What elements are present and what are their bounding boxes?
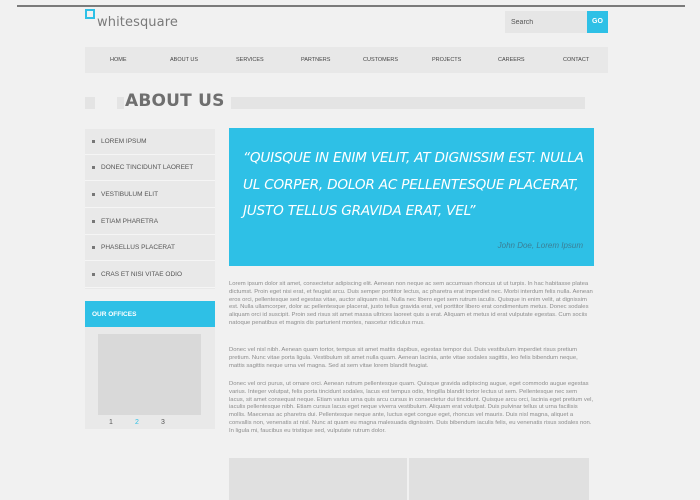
quote-author: John Doe, Lorem Ipsum [497,241,583,250]
nav-careers[interactable]: CAREERS [498,57,525,63]
main-nav: HOME ABOUT US SERVICES PARTNERS CUSTOMER… [85,47,608,73]
sidebar-item-lorem-ipsum[interactable]: LOREM IPSUM [85,129,215,155]
sidebar-item-label: PHASELLUS PLACERAT [101,244,175,251]
sidebar-item-label: CRAS ET NISI VITAE ODIO [101,271,183,278]
body-paragraph-2: Donec vel nisl nibh. Aenean quam tortor,… [229,347,578,369]
nav-partners[interactable]: PARTNERS [301,57,330,63]
image-placeholder-left [229,458,407,500]
sidebar-item-phasellus-placerat[interactable]: PHASELLUS PLACERAT [85,235,215,261]
bullet-icon [92,273,95,276]
bullet-icon [92,246,95,249]
sidebar-item-donec-tincidunt[interactable]: DONEC TINCIDUNT LAOREET [85,155,215,181]
pagination-page-2[interactable]: 2 [135,419,139,426]
page-title: ABOUT US [124,91,231,111]
bullet-icon [92,193,95,196]
logo[interactable]: whitesquare [85,9,178,30]
pagination-page-3[interactable]: 3 [161,419,165,426]
offices-heading: OUR OFFICES [85,301,215,327]
sidebar-menu: LOREM IPSUM DONEC TINCIDUNT LAOREET VEST… [85,129,215,289]
sidebar-item-label: LOREM IPSUM [101,138,147,145]
quote-box: “QUISQUE IN ENIM VELIT, AT DIGNISSIM EST… [229,128,594,266]
nav-customers[interactable]: CUSTOMERS [363,57,398,63]
nav-home[interactable]: HOME [110,57,127,63]
pagination-page-1[interactable]: 1 [109,419,113,426]
nav-contact[interactable]: CONTACT [563,57,589,63]
top-divider [17,5,685,7]
bullet-icon [92,220,95,223]
sidebar-item-cras-et-nisi[interactable]: CRAS ET NISI VITAE ODIO [85,262,215,288]
nav-about-us[interactable]: ABOUT US [170,57,198,63]
search-input[interactable] [505,11,587,33]
search-go-button[interactable]: GO [587,11,608,33]
quote-text: “QUISQUE IN ENIM VELIT, AT DIGNISSIM EST… [243,150,584,219]
logo-text: whitesquare [97,15,178,30]
sidebar-item-vestibulum-elit[interactable]: VESTIBULUM ELIT [85,182,215,208]
title-bar-gap [95,97,117,109]
body-paragraph-1: Lorem ipsum dolor sit amet, consectetur … [229,281,593,326]
sidebar-item-etiam-pharetra[interactable]: ETIAM PHARETRA [85,209,215,235]
image-placeholder-right [409,458,589,500]
sidebar-item-label: VESTIBULUM ELIT [101,191,159,198]
bullet-icon [92,140,95,143]
nav-projects[interactable]: PROJECTS [432,57,461,63]
body-paragraph-3: Donec vel orci purus, ut ornare orci. Ae… [229,381,594,434]
sidebar-item-label: ETIAM PHARETRA [101,218,159,225]
bullet-icon [92,166,95,169]
logo-square-icon [85,9,95,19]
sidebar-item-label: DONEC TINCIDUNT LAOREET [101,164,194,171]
nav-services[interactable]: SERVICES [236,57,264,63]
office-image [98,334,201,415]
